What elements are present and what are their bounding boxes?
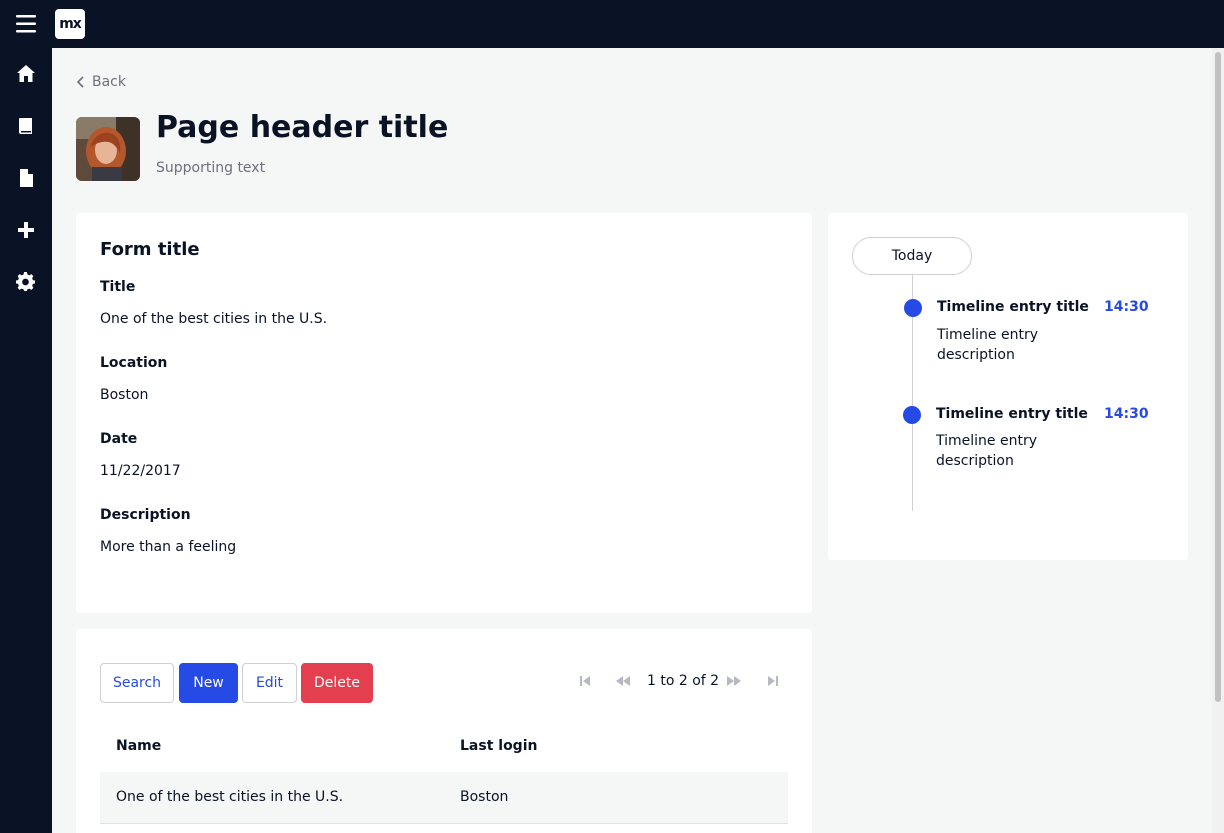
data-grid-card: Search New Edit Delete 1 to 2 of 2 Name … — [76, 629, 812, 833]
main-content: Back Page header title Supporting text F… — [52, 48, 1212, 833]
timeline-entry-time: 14:30 — [1104, 406, 1149, 422]
form-card: Form title Title One of the best cities … — [76, 213, 812, 613]
sidebar-item-book[interactable] — [0, 100, 52, 152]
timeline-card: Today Timeline entry title 14:30 Timelin… — [828, 213, 1188, 560]
sidebar — [0, 48, 52, 833]
timeline-entry-description: Timeline entry description — [937, 327, 1038, 363]
timeline-entry-description: Timeline entry description — [936, 433, 1037, 469]
back-link[interactable]: Back — [76, 74, 126, 90]
app-logo[interactable]: mx — [55, 9, 85, 39]
field-label-date: Date — [100, 431, 138, 447]
timeline-dot — [904, 299, 922, 317]
field-value-date: 11/22/2017 — [100, 463, 181, 479]
plus-icon — [18, 222, 34, 238]
top-bar: mx — [0, 0, 1224, 48]
column-header-last-login[interactable]: Last login — [460, 738, 537, 754]
timeline-group-label: Today — [852, 237, 972, 275]
search-button[interactable]: Search — [100, 663, 174, 703]
timeline-entry-time: 14:30 — [1104, 299, 1149, 315]
hamburger-menu-icon[interactable] — [0, 0, 52, 48]
table-cell-last-login: Boston — [460, 789, 509, 805]
field-label-location: Location — [100, 355, 168, 371]
delete-button[interactable]: Delete — [301, 663, 373, 703]
book-icon — [19, 118, 32, 134]
scrollbar-thumb[interactable] — [1215, 52, 1221, 702]
first-page-icon[interactable] — [578, 673, 594, 689]
timeline-entry-title: Timeline entry title — [937, 299, 1089, 315]
home-icon — [17, 65, 35, 82]
field-value-location: Boston — [100, 387, 149, 403]
back-label: Back — [92, 74, 126, 90]
new-button[interactable]: New — [179, 663, 238, 703]
field-label-title: Title — [100, 279, 136, 295]
sidebar-item-add[interactable] — [0, 204, 52, 256]
next-page-icon[interactable] — [726, 673, 742, 689]
chevron-left-icon — [76, 76, 84, 88]
form-title: Form title — [100, 239, 200, 260]
page-title: Page header title — [156, 110, 449, 145]
timeline-dot — [903, 406, 921, 424]
gear-icon — [16, 272, 35, 291]
previous-page-icon[interactable] — [615, 673, 631, 689]
edit-button[interactable]: Edit — [242, 663, 297, 703]
sidebar-item-home[interactable] — [0, 48, 52, 100]
field-value-title: One of the best cities in the U.S. — [100, 311, 328, 327]
last-page-icon[interactable] — [764, 673, 780, 689]
timeline-entry-title: Timeline entry title — [936, 406, 1088, 422]
field-value-description: More than a feeling — [100, 539, 237, 555]
field-label-description: Description — [100, 507, 191, 523]
sidebar-item-settings[interactable] — [0, 256, 52, 308]
page-subtitle: Supporting text — [156, 160, 266, 176]
sidebar-item-file[interactable] — [0, 152, 52, 204]
avatar — [76, 117, 140, 181]
pager-status: 1 to 2 of 2 — [647, 673, 720, 689]
file-icon — [20, 169, 33, 187]
table-cell-name: One of the best cities in the U.S. — [116, 789, 344, 805]
column-header-name[interactable]: Name — [116, 738, 161, 754]
